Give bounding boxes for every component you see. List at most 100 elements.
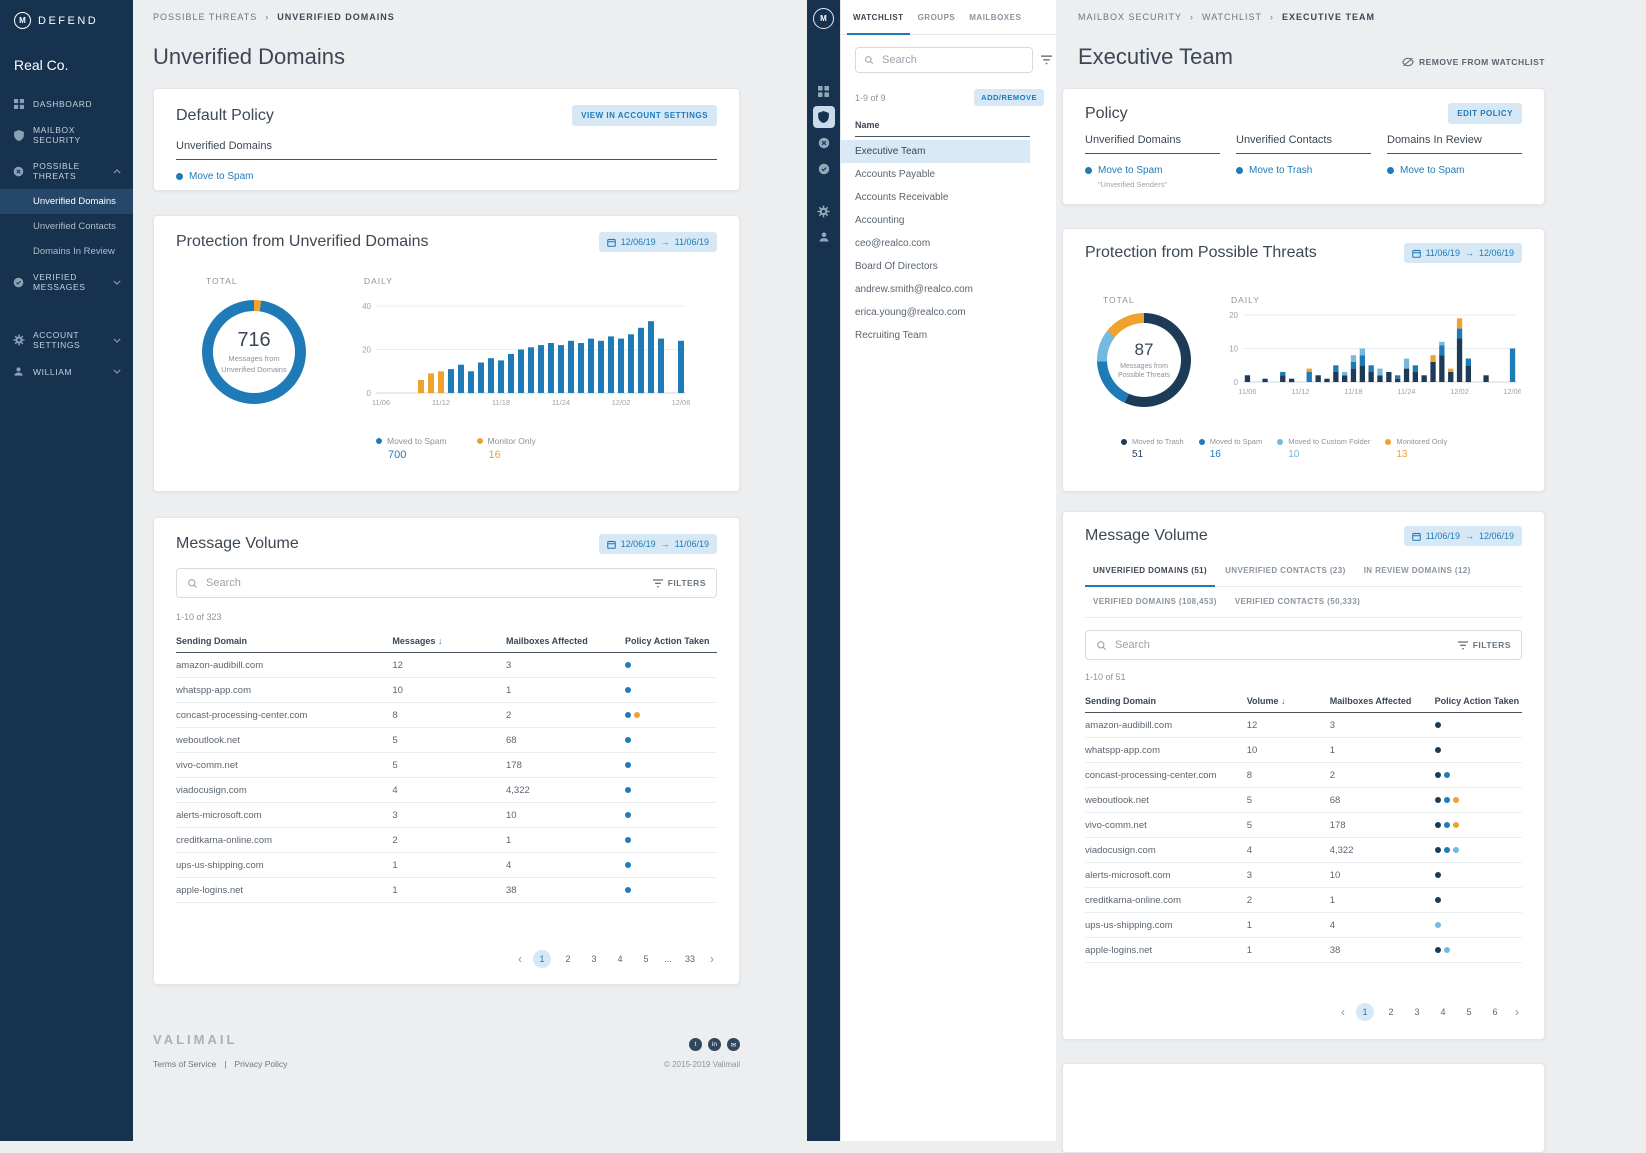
tab-verified-domains-108-453-[interactable]: VERIFIED DOMAINS (108,453): [1085, 587, 1225, 618]
tab-in-review-domains-12-[interactable]: IN REVIEW DOMAINS (12): [1356, 556, 1479, 587]
table-row[interactable]: alerts-microsoft.com 3 10: [176, 803, 717, 828]
tab-watchlist[interactable]: WATCHLIST: [847, 0, 910, 35]
page-button[interactable]: 5: [1460, 1003, 1478, 1021]
search-input[interactable]: [206, 577, 645, 589]
tab-verified-contacts-50-333-[interactable]: VERIFIED CONTACTS (50,333): [1227, 587, 1368, 618]
list-item[interactable]: Accounts Payable: [841, 163, 1030, 186]
rail-mailbox-security-icon[interactable]: [813, 106, 835, 128]
rail-possible-threats-icon[interactable]: [813, 132, 835, 154]
page-button[interactable]: 3: [1408, 1003, 1426, 1021]
tab-unverified-contacts-23-[interactable]: UNVERIFIED CONTACTS (23): [1217, 556, 1354, 587]
page-button[interactable]: 6: [1486, 1003, 1504, 1021]
tab-groups[interactable]: GROUPS: [912, 0, 962, 35]
column-header[interactable]: Volume ↓: [1247, 696, 1330, 706]
twitter-icon[interactable]: t: [689, 1038, 702, 1051]
list-item[interactable]: Accounting: [841, 209, 1030, 232]
page-button[interactable]: 33: [681, 950, 699, 968]
date-range-chip[interactable]: 12/06/19 → 11/06/19: [599, 534, 717, 554]
table-row[interactable]: viadocusign.com 4 4,322: [176, 778, 717, 803]
prev-page-button[interactable]: ‹: [1338, 1005, 1348, 1019]
table-row[interactable]: viadocusign.com 4 4,322: [1085, 838, 1522, 863]
table-row[interactable]: apple-logins.net 1 38: [1085, 938, 1522, 963]
sidebar-item-unverified-domains[interactable]: Unverified Domains: [0, 189, 133, 214]
rail-dashboard-icon[interactable]: [813, 80, 835, 102]
linkedin-icon[interactable]: in: [708, 1038, 721, 1051]
page-button[interactable]: 4: [611, 950, 629, 968]
page-button[interactable]: 4: [1434, 1003, 1452, 1021]
prev-page-button[interactable]: ‹: [515, 952, 525, 966]
sidebar-item-dashboard[interactable]: DASHBOARD: [0, 91, 133, 117]
date-range-chip[interactable]: 11/06/19 → 12/06/19: [1404, 526, 1522, 546]
page-button[interactable]: 1: [1356, 1003, 1374, 1021]
sidebar-item-user[interactable]: WILLIAM: [0, 358, 133, 385]
rail-settings-icon[interactable]: [813, 200, 835, 222]
tab-unverified-domains-51-[interactable]: UNVERIFIED DOMAINS (51): [1085, 556, 1215, 587]
list-item[interactable]: ceo@realco.com: [841, 232, 1030, 255]
table-row[interactable]: weboutlook.net 5 68: [1085, 788, 1522, 813]
table-row[interactable]: vivo-comm.net 5 178: [176, 753, 717, 778]
sidebar-item-mailbox-security[interactable]: MAILBOX SECURITY: [0, 117, 133, 153]
table-row[interactable]: ups-us-shipping.com 1 4: [1085, 913, 1522, 938]
breadcrumb-link[interactable]: MAILBOX SECURITY: [1078, 12, 1182, 22]
filters-button[interactable]: FILTERS: [653, 578, 706, 588]
list-item[interactable]: Recruiting Team: [841, 324, 1030, 347]
table-row[interactable]: concast-processing-center.com 8 2: [1085, 763, 1522, 788]
column-header[interactable]: Mailboxes Affected: [506, 636, 625, 646]
column-header[interactable]: Policy Action Taken: [1435, 696, 1522, 706]
rail-verified-messages-icon[interactable]: [813, 158, 835, 180]
breadcrumb-link[interactable]: WATCHLIST: [1202, 12, 1262, 22]
table-row[interactable]: creditkarna-online.com 2 1: [176, 828, 717, 853]
page-button[interactable]: 3: [585, 950, 603, 968]
next-page-button[interactable]: ›: [1512, 1005, 1522, 1019]
list-item[interactable]: erica.young@realco.com: [841, 301, 1030, 324]
privacy-link[interactable]: Privacy Policy: [235, 1059, 288, 1069]
sidebar-item-account-settings[interactable]: ACCOUNT SETTINGS: [0, 322, 133, 358]
table-row[interactable]: weboutlook.net 5 68: [176, 728, 717, 753]
column-header[interactable]: Policy Action Taken: [625, 636, 717, 646]
rail-account-icon[interactable]: [813, 226, 835, 248]
search-input[interactable]: [882, 54, 1024, 66]
page-button[interactable]: 2: [559, 950, 577, 968]
table-row[interactable]: whatspp-app.com 10 1: [1085, 738, 1522, 763]
page-button[interactable]: 5: [637, 950, 655, 968]
add-remove-button[interactable]: ADD/REMOVE: [974, 89, 1044, 106]
edit-policy-button[interactable]: EDIT POLICY: [1448, 103, 1522, 124]
table-row[interactable]: alerts-microsoft.com 3 10: [1085, 863, 1522, 888]
valimail-mark-icon[interactable]: M: [813, 8, 834, 29]
tab-mailboxes[interactable]: MAILBOXES: [963, 0, 1027, 35]
table-row[interactable]: whatspp-app.com 10 1: [176, 678, 717, 703]
column-header[interactable]: Sending Domain: [1085, 696, 1247, 706]
table-row[interactable]: amazon-audibill.com 12 3: [176, 653, 717, 678]
page-button[interactable]: 1: [533, 950, 551, 968]
view-in-account-settings-button[interactable]: VIEW IN ACCOUNT SETTINGS: [572, 105, 717, 126]
remove-from-watchlist-button[interactable]: REMOVE FROM WATCHLIST: [1402, 57, 1545, 67]
page-button[interactable]: 2: [1382, 1003, 1400, 1021]
table-row[interactable]: vivo-comm.net 5 178: [1085, 813, 1522, 838]
table-row[interactable]: apple-logins.net 1 38: [176, 878, 717, 903]
terms-link[interactable]: Terms of Service: [153, 1059, 216, 1069]
table-row[interactable]: creditkarna-online.com 2 1: [1085, 888, 1522, 913]
column-header[interactable]: Messages ↓: [392, 636, 506, 646]
list-item[interactable]: Executive Team: [841, 140, 1030, 163]
date-range-chip[interactable]: 11/06/19 → 12/06/19: [1404, 243, 1522, 263]
breadcrumb-link[interactable]: POSSIBLE THREATS: [153, 12, 257, 22]
sidebar-item-possible-threats[interactable]: POSSIBLE THREATS: [0, 153, 133, 189]
column-header[interactable]: Mailboxes Affected: [1330, 696, 1435, 706]
table-row[interactable]: concast-processing-center.com 8 2: [176, 703, 717, 728]
filters-button[interactable]: FILTERS: [1458, 640, 1511, 650]
next-page-button[interactable]: ›: [707, 952, 717, 966]
filter-icon[interactable]: [1041, 55, 1052, 65]
search-input[interactable]: [1115, 639, 1450, 651]
page-button[interactable]: ...: [663, 950, 673, 968]
list-item[interactable]: Board Of Directors: [841, 255, 1030, 278]
email-icon[interactable]: ✉: [727, 1038, 740, 1051]
sidebar-item-unverified-contacts[interactable]: Unverified Contacts: [0, 214, 133, 239]
sidebar-item-verified-messages[interactable]: VERIFIED MESSAGES: [0, 264, 133, 300]
list-item[interactable]: andrew.smith@realco.com: [841, 278, 1030, 301]
column-header[interactable]: Sending Domain: [176, 636, 392, 646]
table-row[interactable]: ups-us-shipping.com 1 4: [176, 853, 717, 878]
sidebar-item-domains-in-review[interactable]: Domains In Review: [0, 239, 133, 264]
date-range-chip[interactable]: 12/06/19 → 11/06/19: [599, 232, 717, 252]
list-item[interactable]: Accounts Receivable: [841, 186, 1030, 209]
table-row[interactable]: amazon-audibill.com 12 3: [1085, 713, 1522, 738]
